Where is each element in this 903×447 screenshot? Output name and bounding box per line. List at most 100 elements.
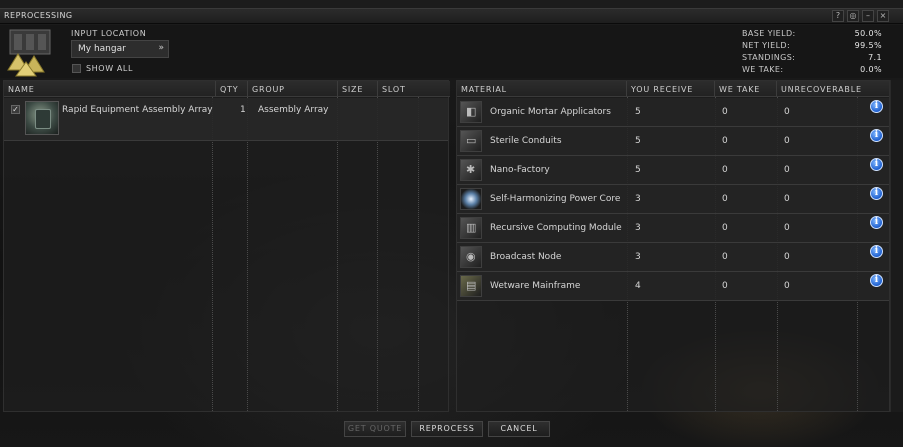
assembly-array-icon [25,101,59,135]
material-row[interactable]: ▭ Sterile Conduits 5 0 0 i [457,127,889,156]
column-divider [377,97,378,411]
column-header-group[interactable]: GROUP [248,81,338,97]
column-divider [247,97,248,411]
unrecoverable-value: 0 [784,136,790,146]
material-row[interactable]: ✱ Nano-Factory 5 0 0 i [457,156,889,185]
materials-table: MATERIAL YOU RECEIVE WE TAKE UNRECOVERAB… [456,80,890,412]
we-take-value: 0 [722,252,728,262]
item-checkbox[interactable]: ✓ [11,105,20,114]
info-icon[interactable]: i [870,245,883,258]
stat-value: 7.1 [868,53,882,62]
material-name: Wetware Mainframe [490,281,581,291]
you-receive-value: 3 [635,252,641,262]
info-icon[interactable]: i [870,216,883,229]
power-core-icon [460,188,482,210]
we-take-value: 0 [722,281,728,291]
input-location-select[interactable]: My hangar » [71,40,169,58]
column-header-slot[interactable]: SLOT [378,81,450,97]
stat-value: 50.0% [854,29,882,38]
stat-value: 0.0% [860,65,882,74]
material-name: Nano-Factory [490,165,550,175]
mainframe-icon: ▤ [460,275,482,297]
stat-row: BASE YIELD: 50.0% [742,29,882,41]
factory-icon: ✱ [460,159,482,181]
column-header-material[interactable]: MATERIAL [457,81,627,97]
column-divider [418,97,419,411]
unrecoverable-value: 0 [784,223,790,233]
conduit-icon: ▭ [460,130,482,152]
column-header-unrecoverable[interactable]: UNRECOVERABLE [777,81,889,97]
stat-label: WE TAKE: [742,65,784,74]
info-icon[interactable]: i [870,187,883,200]
material-name: Broadcast Node [490,252,562,262]
material-row[interactable]: ◉ Broadcast Node 3 0 0 i [457,243,889,272]
you-receive-value: 4 [635,281,641,291]
close-button[interactable]: × [877,10,889,22]
material-row[interactable]: ◧ Organic Mortar Applicators 5 0 0 i [457,98,889,127]
we-take-value: 0 [722,165,728,175]
options-button[interactable]: ◎ [847,10,859,22]
you-receive-value: 3 [635,223,641,233]
info-icon[interactable]: i [870,158,883,171]
stat-row: NET YIELD: 99.5% [742,41,882,53]
item-name: Rapid Equipment Assembly Array [62,105,213,115]
you-receive-value: 3 [635,194,641,204]
unrecoverable-value: 0 [784,107,790,117]
info-icon[interactable]: i [870,274,883,287]
show-all-checkbox[interactable] [72,64,81,73]
unrecoverable-value: 0 [784,165,790,175]
reprocess-button[interactable]: REPROCESS [411,421,483,437]
we-take-value: 0 [722,107,728,117]
column-divider [337,97,338,411]
stat-label: STANDINGS: [742,53,796,62]
column-header-you-receive[interactable]: YOU RECEIVE [627,81,715,97]
help-button[interactable]: ? [832,10,844,22]
you-receive-value: 5 [635,136,641,146]
chevron-down-icon: » [158,43,164,53]
window-controls: ? ◎ – × [832,10,889,22]
window-title: REPROCESSING [4,11,73,20]
stat-row: STANDINGS: 7.1 [742,53,882,65]
mortar-icon: ◧ [460,101,482,123]
material-name: Recursive Computing Module [490,223,622,233]
material-name: Self-Harmonizing Power Core [490,194,621,204]
material-row[interactable]: ▤ Wetware Mainframe 4 0 0 i [457,272,889,301]
computing-module-icon: ▥ [460,217,482,239]
we-take-value: 0 [722,223,728,233]
item-group: Assembly Array [258,105,329,115]
we-take-value: 0 [722,194,728,204]
stat-label: BASE YIELD: [742,29,796,38]
show-all-label: SHOW ALL [86,64,134,73]
material-row[interactable]: Self-Harmonizing Power Core 3 0 0 i [457,185,889,214]
stat-row: WE TAKE: 0.0% [742,65,882,77]
info-icon[interactable]: i [870,129,883,142]
scrollbar[interactable] [890,80,903,412]
material-row[interactable]: ▥ Recursive Computing Module 3 0 0 i [457,214,889,243]
reprocessing-logo-icon [7,29,51,77]
column-header-name[interactable]: NAME [4,81,216,97]
you-receive-value: 5 [635,107,641,117]
unrecoverable-value: 0 [784,281,790,291]
column-header-we-take[interactable]: WE TAKE [715,81,777,97]
stat-label: NET YIELD: [742,41,791,50]
cancel-button[interactable]: CANCEL [488,421,550,437]
window-titlebar[interactable]: REPROCESSING ? ◎ – × [0,8,903,24]
column-header-size[interactable]: SIZE [338,81,378,97]
info-icon[interactable]: i [870,100,883,113]
unrecoverable-value: 0 [784,194,790,204]
broadcast-node-icon: ◉ [460,246,482,268]
get-quote-button[interactable]: GET QUOTE [344,421,406,437]
input-location-value: My hangar [78,44,126,54]
input-location-label: INPUT LOCATION [71,29,147,38]
you-receive-value: 5 [635,165,641,175]
item-qty: 1 [240,105,246,115]
stat-value: 99.5% [854,41,882,50]
material-name: Sterile Conduits [490,136,562,146]
column-header-qty[interactable]: QTY [216,81,248,97]
unrecoverable-value: 0 [784,252,790,262]
column-divider [212,97,213,411]
we-take-value: 0 [722,136,728,146]
yield-stats: BASE YIELD: 50.0% NET YIELD: 99.5% STAND… [742,29,882,77]
table-row[interactable]: ✓ Rapid Equipment Assembly Array 1 Assem… [4,98,448,141]
minimize-button[interactable]: – [862,10,874,22]
